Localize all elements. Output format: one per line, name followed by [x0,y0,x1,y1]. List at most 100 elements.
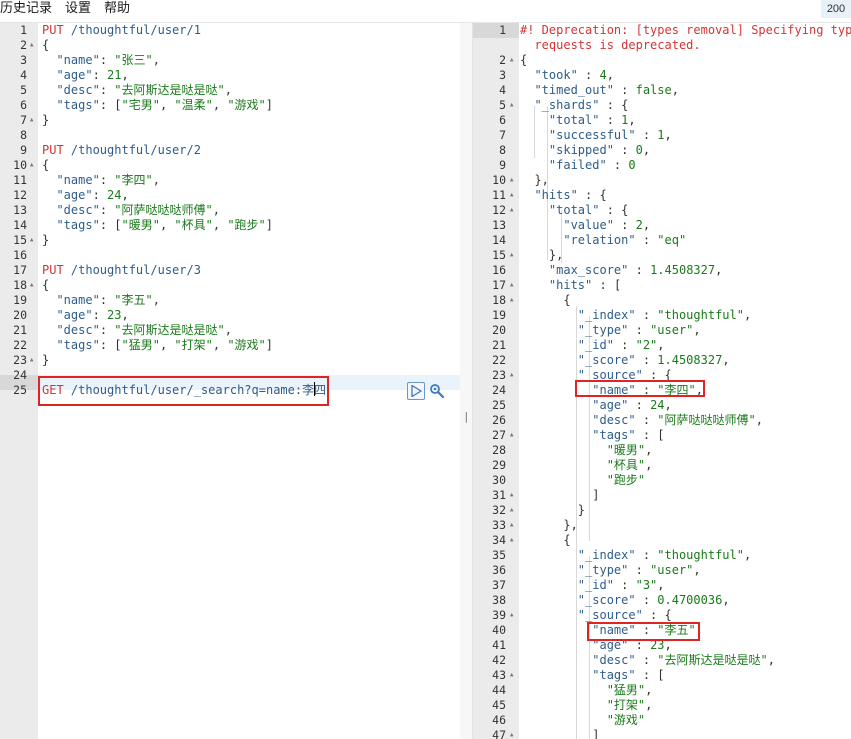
line-number: 4 [499,83,506,97]
line-number: 16 [492,263,506,277]
fold-caret-icon[interactable]: ▴ [29,353,34,368]
line-number: 10 [492,173,506,187]
code-line: 17 ▴ "hits" : [ [473,278,851,293]
code-text: "tags": ["暖男", "杯具", "跑步"] [42,218,273,233]
code-text: "desc": "去阿斯达是哒是哒", [42,83,232,98]
fold-caret-icon[interactable]: ▴ [509,728,514,739]
line-number: 35 [492,548,506,562]
fold-caret-icon[interactable]: ▴ [509,368,514,383]
code-line: 10 ▴ { [0,158,460,173]
code-token: : [635,308,658,322]
code-text: "name": "李四", [42,173,160,188]
code-token: : [635,353,658,367]
code-token: "max_score" [548,263,629,277]
menu-settings[interactable]: 设置 [65,0,91,16]
code-line: 12 ▴ "total" : { [473,203,851,218]
code-line: 13 "desc": "阿萨哒哒哒师傅", [0,203,460,218]
code-token: "desc" [56,323,100,337]
fold-caret-icon[interactable]: ▴ [509,503,514,518]
line-number: 20 [492,323,506,337]
code-token: : [635,593,658,607]
fold-caret-icon[interactable]: ▴ [509,428,514,443]
code-text: "_source" : { [520,608,672,623]
code-token: , [743,308,752,322]
fold-caret-icon[interactable]: ▴ [509,518,514,533]
code-token: "张三" [114,53,153,67]
code-token: 0 [628,158,636,172]
code-text: } [520,503,585,518]
code-text: "desc": "阿萨哒哒哒师傅", [42,203,220,218]
line-number: 30 [492,473,506,487]
fold-caret-icon[interactable]: ▴ [29,38,34,53]
code-token: ] [520,728,600,739]
code-text: "age": 21, [42,68,128,83]
request-editor[interactable]: 1 PUT /thoughtful/user/1 2 ▴{3 "name": "张三"… [0,23,460,739]
response-viewer[interactable]: 1 #! Deprecation: [types removal] Specify… [472,23,851,739]
fold-caret-icon[interactable]: ▴ [509,278,514,293]
line-number: 7 [20,113,27,127]
request-options-button[interactable] [429,383,445,399]
fold-caret-icon[interactable]: ▴ [509,608,514,623]
fold-caret-icon[interactable]: ▴ [509,248,514,263]
fold-caret-icon[interactable]: ▴ [509,668,514,683]
code-line: 5 ▴ "_shards" : { [473,98,851,113]
code-token: : [92,68,108,82]
fold-caret-icon[interactable]: ▴ [29,278,34,293]
code-line: 14 "tags": ["暖男", "杯具", "跑步"] [0,218,460,233]
fold-caret-icon[interactable]: ▴ [509,203,514,218]
fold-caret-icon[interactable]: ▴ [509,188,514,203]
code-line: 38 "_score" : 0.4700036, [473,593,851,608]
code-token: "游戏" [227,338,266,352]
line-number: 32 [492,503,506,517]
play-triangle-icon [411,385,422,397]
fold-caret-icon[interactable]: ▴ [509,293,514,308]
line-number: 16 [13,248,27,262]
code-token: "name" [56,53,100,67]
code-token: : [628,563,651,577]
fold-caret-icon[interactable]: ▴ [29,233,34,248]
line-number: 3 [20,53,27,67]
code-token: "hits" [548,278,593,292]
run-request-button[interactable] [407,382,425,400]
code-token: : [635,548,658,562]
fold-caret-icon[interactable]: ▴ [29,113,34,128]
code-token: "杯具" [174,218,213,232]
line-number: 20 [13,308,27,322]
code-text: } [42,113,49,128]
pane-splitter[interactable]: || [460,23,476,739]
line-number: 29 [492,458,506,472]
code-line: 4 "age": 21, [0,68,460,83]
code-token: } [42,113,50,127]
code-text: { [42,158,49,173]
fold-caret-icon[interactable]: ▴ [509,98,514,113]
fold-caret-icon[interactable]: ▴ [509,53,514,68]
fold-caret-icon[interactable]: ▴ [509,488,514,503]
fold-caret-icon[interactable]: ▴ [29,158,34,173]
line-number: 23 [13,353,27,367]
code-token: "name" [56,173,100,187]
code-token: "_index" [577,308,636,322]
code-text: "_index" : "thoughtful", [520,548,751,563]
menu-help[interactable]: 帮助 [104,0,130,16]
code-text: "successful" : 1, [520,128,672,143]
line-number: 23 [492,368,506,382]
code-token: "3" [635,578,658,592]
code-token: : [ [635,428,665,442]
fold-caret-icon[interactable]: ▴ [509,533,514,548]
menu-history[interactable]: 历史记录 [0,0,52,16]
code-token: ] [520,488,600,502]
code-token: "eq" [657,233,687,247]
code-line: 47 ▴ ] [473,728,851,739]
fold-caret-icon[interactable]: ▴ [509,173,514,188]
code-token: , [224,323,232,337]
code-token: : [ [635,668,665,682]
code-token: , [755,413,763,427]
